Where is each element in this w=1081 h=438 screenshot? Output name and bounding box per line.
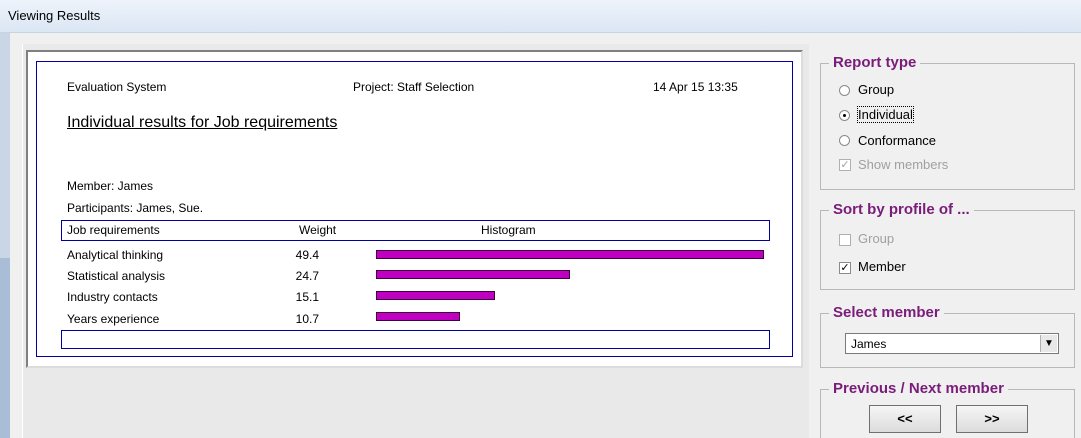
window-titlebar: Viewing Results bbox=[0, 0, 1081, 33]
chevron-down-icon[interactable]: ▼ bbox=[1040, 335, 1057, 352]
prev-next-legend: Previous / Next member bbox=[829, 380, 1008, 397]
report-title: Individual results for Job requirements bbox=[67, 114, 338, 131]
radio-label-group[interactable]: Group bbox=[858, 82, 894, 97]
sort-member-checkbox[interactable]: ✓ bbox=[839, 262, 851, 274]
report-member: Member: James bbox=[67, 179, 154, 193]
table-header bbox=[61, 220, 770, 241]
row-label: Analytical thinking bbox=[67, 248, 164, 262]
next-member-button[interactable]: >> bbox=[956, 405, 1028, 433]
table-footer bbox=[61, 330, 770, 349]
show-members-checkbox[interactable]: ✓ bbox=[839, 159, 851, 171]
row-label: Years experience bbox=[67, 312, 160, 326]
row-weight: 24.7 bbox=[295, 269, 319, 283]
report-project: Project: Staff Selection bbox=[353, 80, 475, 94]
histogram-bar bbox=[376, 312, 461, 321]
column-header-weight: Weight bbox=[299, 223, 337, 237]
left-edge-lower bbox=[0, 258, 10, 438]
sort-by-legend: Sort by profile of ... bbox=[829, 201, 974, 218]
report-type-legend: Report type bbox=[829, 54, 921, 71]
sort-group-checkbox[interactable] bbox=[839, 234, 851, 246]
report-system-name: Evaluation System bbox=[67, 80, 167, 94]
left-edge-strip bbox=[0, 33, 10, 438]
row-weight: 10.7 bbox=[295, 312, 319, 326]
member-dropdown[interactable]: James ▼ bbox=[845, 333, 1059, 354]
previous-member-button[interactable]: << bbox=[869, 405, 941, 433]
radio-group[interactable] bbox=[839, 85, 850, 96]
row-label: Statistical analysis bbox=[67, 269, 166, 283]
histogram-bar bbox=[376, 270, 570, 279]
member-dropdown-value: James bbox=[851, 337, 887, 351]
radio-label-individual[interactable]: Individual bbox=[857, 106, 914, 123]
histogram-bar bbox=[376, 291, 495, 300]
column-header-requirement: Job requirements bbox=[67, 223, 160, 237]
radio-conformance[interactable] bbox=[839, 135, 850, 146]
column-header-histogram: Histogram bbox=[481, 223, 536, 237]
row-label: Industry contacts bbox=[67, 290, 158, 304]
histogram-bar bbox=[376, 250, 764, 259]
sort-group-label: Group bbox=[858, 231, 895, 246]
row-weight: 15.1 bbox=[295, 290, 319, 304]
sort-member-label[interactable]: Member bbox=[858, 259, 906, 274]
show-members-label: Show members bbox=[858, 157, 949, 172]
radio-label-conformance[interactable]: Conformance bbox=[858, 133, 936, 148]
radio-individual[interactable] bbox=[839, 110, 850, 121]
window-title: Viewing Results bbox=[8, 8, 101, 23]
report-participants: Participants: James, Sue. bbox=[67, 201, 204, 215]
sort-by-group bbox=[820, 210, 1075, 290]
row-weight: 49.4 bbox=[295, 248, 319, 262]
report-datetime: 14 Apr 15 13:35 bbox=[653, 80, 738, 94]
select-member-legend: Select member bbox=[829, 304, 944, 321]
